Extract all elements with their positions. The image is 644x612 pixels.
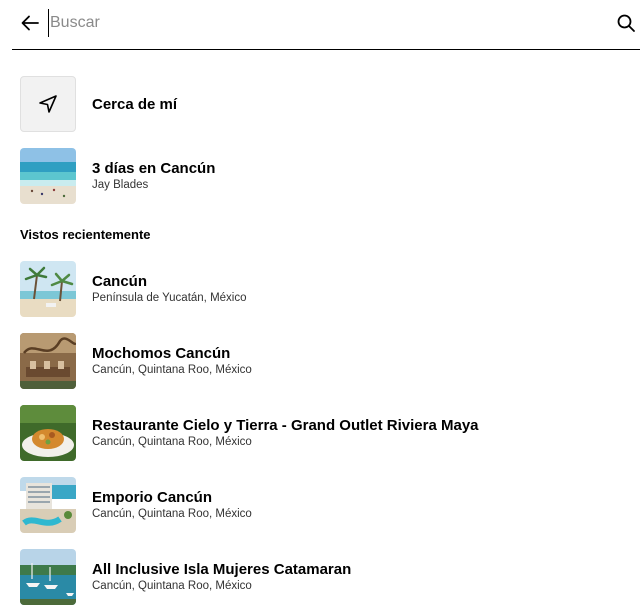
near-me-text: Cerca de mí [92, 95, 177, 114]
recent-item-catamaran[interactable]: All Inclusive Isla Mujeres Catamaran Can… [20, 549, 620, 605]
recent-item-location: Península de Yucatán, México [92, 292, 247, 304]
magnifier-icon [617, 14, 635, 32]
recent-item-location: Cancún, Quintana Roo, México [92, 508, 252, 520]
recently-viewed-heading: Vistos recientemente [20, 227, 151, 242]
recent-item-location: Cancún, Quintana Roo, México [92, 364, 252, 376]
recent-item-text: All Inclusive Isla Mujeres Catamaran Can… [92, 560, 351, 594]
search-button[interactable] [614, 11, 638, 35]
navigation-arrow-icon [39, 95, 57, 113]
recent-item-text: Emporio Cancún Cancún, Quintana Roo, Méx… [92, 488, 252, 522]
recent-item-cancun[interactable]: Cancún Península de Yucatán, México [20, 261, 620, 317]
recent-item-title: Restaurante Cielo y Tierra - Grand Outle… [92, 417, 479, 434]
palm-beach-thumbnail [20, 261, 76, 317]
featured-trip-text: 3 días en Cancún Jay Blades [92, 159, 215, 193]
featured-trip-item[interactable]: 3 días en Cancún Jay Blades [20, 148, 620, 204]
recent-item-title: Mochomos Cancún [92, 345, 231, 362]
recent-item-title: Emporio Cancún [92, 489, 213, 506]
back-button[interactable] [18, 11, 42, 35]
recent-item-text: Restaurante Cielo y Tierra - Grand Outle… [92, 416, 479, 450]
recent-item-text: Mochomos Cancún Cancún, Quintana Roo, Mé… [92, 344, 252, 378]
recent-item-emporio[interactable]: Emporio Cancún Cancún, Quintana Roo, Méx… [20, 477, 620, 533]
beach-thumbnail [20, 148, 76, 204]
arrow-left-icon [21, 15, 39, 31]
marina-thumbnail [20, 549, 76, 605]
featured-trip-author: Jay Blades [92, 179, 149, 191]
recent-item-title: All Inclusive Isla Mujeres Catamaran [92, 561, 352, 578]
featured-trip-title: 3 días en Cancún [92, 160, 216, 177]
near-me-label: Cerca de mí [92, 95, 178, 113]
recent-item-location: Cancún, Quintana Roo, México [92, 580, 252, 592]
recent-item-mochomos[interactable]: Mochomos Cancún Cancún, Quintana Roo, Mé… [20, 333, 620, 389]
search-bar [12, 0, 640, 50]
recent-item-cielo-y-tierra[interactable]: Restaurante Cielo y Tierra - Grand Outle… [20, 405, 620, 461]
food-dish-thumbnail [20, 405, 76, 461]
restaurant-interior-thumbnail [20, 333, 76, 389]
hotel-resort-thumbnail [20, 477, 76, 533]
recent-item-title: Cancún [92, 273, 148, 290]
recent-item-text: Cancún Península de Yucatán, México [92, 272, 247, 306]
recent-item-location: Cancún, Quintana Roo, México [92, 436, 252, 448]
near-me-icon-box [20, 76, 76, 132]
search-input[interactable] [48, 9, 568, 37]
near-me-item[interactable]: Cerca de mí [20, 76, 620, 132]
